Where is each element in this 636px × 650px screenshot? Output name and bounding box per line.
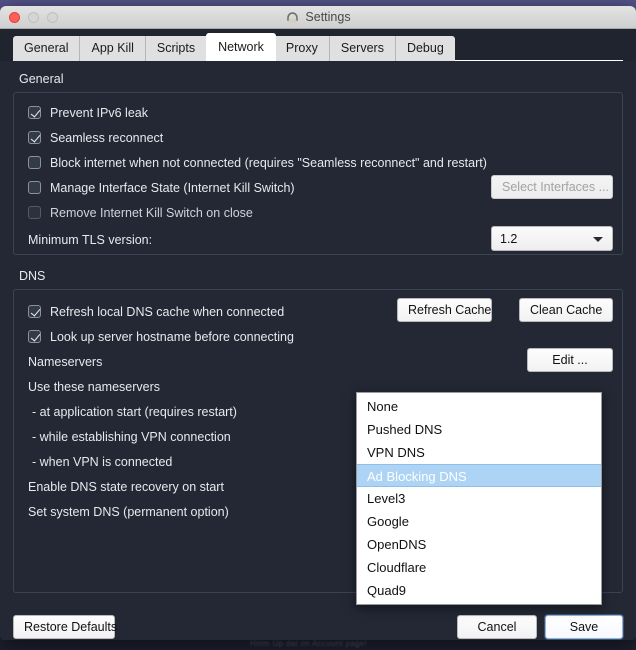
row-manage-interface-state[interactable]: Manage Interface State (Internet Kill Sw…	[14, 175, 622, 200]
tab-bar: General App Kill Scripts Network Proxy S…	[0, 29, 636, 61]
label-manage-interface-state: Manage Interface State (Internet Kill Sw…	[50, 180, 295, 195]
row-prevent-ipv6-leak[interactable]: Prevent IPv6 leak	[14, 100, 622, 125]
tab-proxy[interactable]: Proxy	[274, 36, 330, 61]
window-controls	[9, 11, 58, 23]
tab-app-kill[interactable]: App Kill	[80, 36, 146, 61]
label-seamless-reconnect: Seamless reconnect	[50, 130, 164, 145]
close-button-icon[interactable]	[9, 11, 20, 23]
row-nameservers: Nameservers Edit ...	[14, 348, 622, 374]
window-titlebar[interactable]: Settings	[0, 6, 636, 29]
save-button[interactable]: Save	[545, 615, 623, 639]
minimum-tls-version-value: 1.2	[500, 231, 518, 246]
label-prevent-ipv6-leak: Prevent IPv6 leak	[50, 105, 148, 120]
dialog-footer: Restore Defaults Cancel Save	[0, 604, 636, 640]
dropdown-item-quad9[interactable]: Quad9	[357, 579, 601, 602]
label-block-internet-when-not-connected: Block internet when not connected (requi…	[50, 155, 487, 170]
label-refresh-local-dns-cache: Refresh local DNS cache when connected	[50, 304, 285, 319]
nameserver-dropdown-menu[interactable]: None Pushed DNS VPN DNS Ad Blocking DNS …	[356, 392, 602, 605]
settings-window: Settings General App Kill Scripts Networ…	[0, 6, 636, 640]
row-refresh-local-dns-cache[interactable]: Refresh local DNS cache when connected R…	[14, 298, 622, 324]
label-use-these-nameservers: Use these nameservers	[28, 379, 161, 394]
label-when-vpn-is-connected: - when VPN is connected	[32, 454, 173, 469]
refresh-cache-button[interactable]: Refresh Cache	[397, 298, 492, 322]
checkbox-seamless-reconnect[interactable]	[28, 131, 41, 144]
checkbox-remove-kill-switch-on-close[interactable]	[28, 206, 41, 219]
row-block-internet[interactable]: Block internet when not connected (requi…	[14, 150, 622, 175]
dropdown-item-google[interactable]: Google	[357, 510, 601, 533]
checkbox-manage-interface-state[interactable]	[28, 181, 41, 194]
label-minimum-tls-version: Minimum TLS version:	[28, 233, 153, 247]
general-groupbox: Prevent IPv6 leak Seamless reconnect Blo…	[13, 92, 623, 255]
general-section-title: General	[19, 72, 64, 86]
select-interfaces-button[interactable]: Select Interfaces ...	[491, 175, 613, 199]
label-nameservers: Nameservers	[28, 354, 103, 369]
checkbox-lookup-server-hostname[interactable]	[28, 330, 41, 343]
label-set-system-dns: Set system DNS (permanent option)	[28, 504, 229, 519]
cancel-button[interactable]: Cancel	[457, 615, 537, 639]
label-at-application-start: - at application start (requires restart…	[32, 404, 237, 419]
dropdown-item-ad-blocking-dns[interactable]: Ad Blocking DNS	[357, 464, 601, 487]
dns-section-title: DNS	[19, 269, 46, 283]
checkbox-prevent-ipv6-leak[interactable]	[28, 106, 41, 119]
padlock-icon	[287, 11, 299, 23]
minimum-tls-version-combobox[interactable]: 1.2	[491, 226, 613, 251]
clean-cache-button[interactable]: Clean Cache	[519, 298, 613, 322]
minimize-button-icon[interactable]	[28, 11, 39, 23]
tab-servers[interactable]: Servers	[329, 36, 396, 61]
label-enable-dns-state-recovery-on-start: Enable DNS state recovery on start	[28, 479, 224, 494]
label-while-establishing-vpn-connection: - while establishing VPN connection	[32, 429, 231, 444]
tab-network[interactable]: Network	[206, 33, 276, 61]
dropdown-item-vpn-dns[interactable]: VPN DNS	[357, 441, 601, 464]
label-remove-kill-switch-on-close: Remove Internet Kill Switch on close	[50, 205, 253, 220]
dropdown-item-cloudflare[interactable]: Cloudflare	[357, 556, 601, 579]
window-title: Settings	[305, 10, 351, 24]
row-minimum-tls-version: Minimum TLS version: 1.2	[14, 225, 622, 255]
dropdown-item-none[interactable]: None	[357, 395, 601, 418]
label-lookup-server-hostname: Look up server hostname before connectin…	[50, 329, 294, 344]
dropdown-item-pushed-dns[interactable]: Pushed DNS	[357, 418, 601, 441]
dropdown-item-opendns[interactable]: OpenDNS	[357, 533, 601, 556]
background-ghost-text: Hmm Up dat on Account page!	[250, 639, 368, 648]
checkbox-block-internet-when-not-connected[interactable]	[28, 156, 41, 169]
tab-debug[interactable]: Debug	[395, 36, 455, 61]
tab-general[interactable]: General	[13, 36, 81, 61]
restore-defaults-button[interactable]: Restore Defaults	[13, 615, 117, 639]
row-remove-kill-switch-on-close[interactable]: Remove Internet Kill Switch on close	[14, 200, 622, 225]
chevron-down-icon	[593, 236, 603, 242]
tab-scripts[interactable]: Scripts	[145, 36, 208, 61]
row-lookup-server-hostname[interactable]: Look up server hostname before connectin…	[14, 324, 622, 349]
checkbox-refresh-local-dns-cache[interactable]	[28, 305, 41, 318]
row-seamless-reconnect[interactable]: Seamless reconnect	[14, 125, 622, 150]
dropdown-item-level3[interactable]: Level3	[357, 487, 601, 510]
zoom-button-icon[interactable]	[47, 11, 58, 23]
edit-nameservers-button[interactable]: Edit ...	[527, 348, 613, 372]
